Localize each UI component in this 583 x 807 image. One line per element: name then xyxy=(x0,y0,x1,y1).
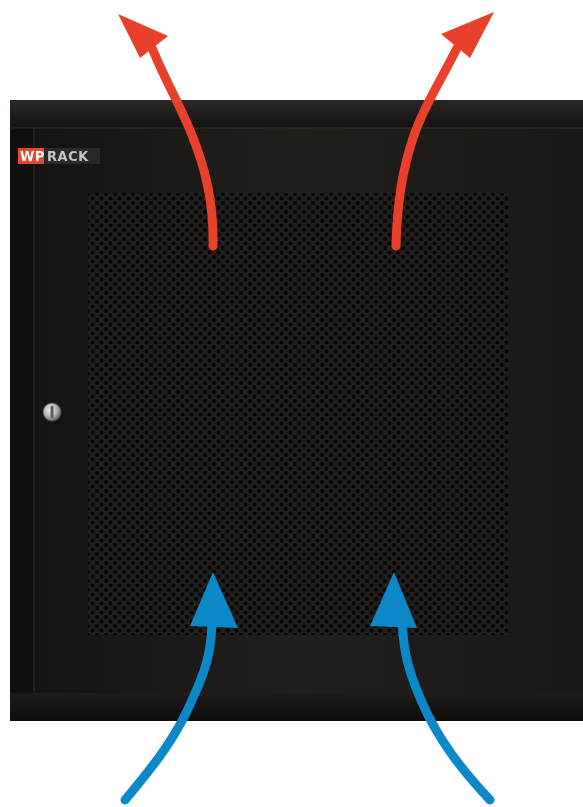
cabinet-top-strip xyxy=(10,100,583,130)
perforation-pattern xyxy=(88,193,508,635)
rack-cabinet-illustration: WP RACK xyxy=(10,12,583,805)
cabinet-left-frame xyxy=(10,128,34,700)
cabinet-bottom-strip xyxy=(10,693,583,721)
door-lock-icon[interactable] xyxy=(42,402,62,422)
brand-logo: WP RACK xyxy=(18,148,100,165)
logo-suffix: RACK xyxy=(47,150,89,165)
rack-cabinet xyxy=(10,100,583,721)
logo-prefix: WP xyxy=(20,150,45,165)
